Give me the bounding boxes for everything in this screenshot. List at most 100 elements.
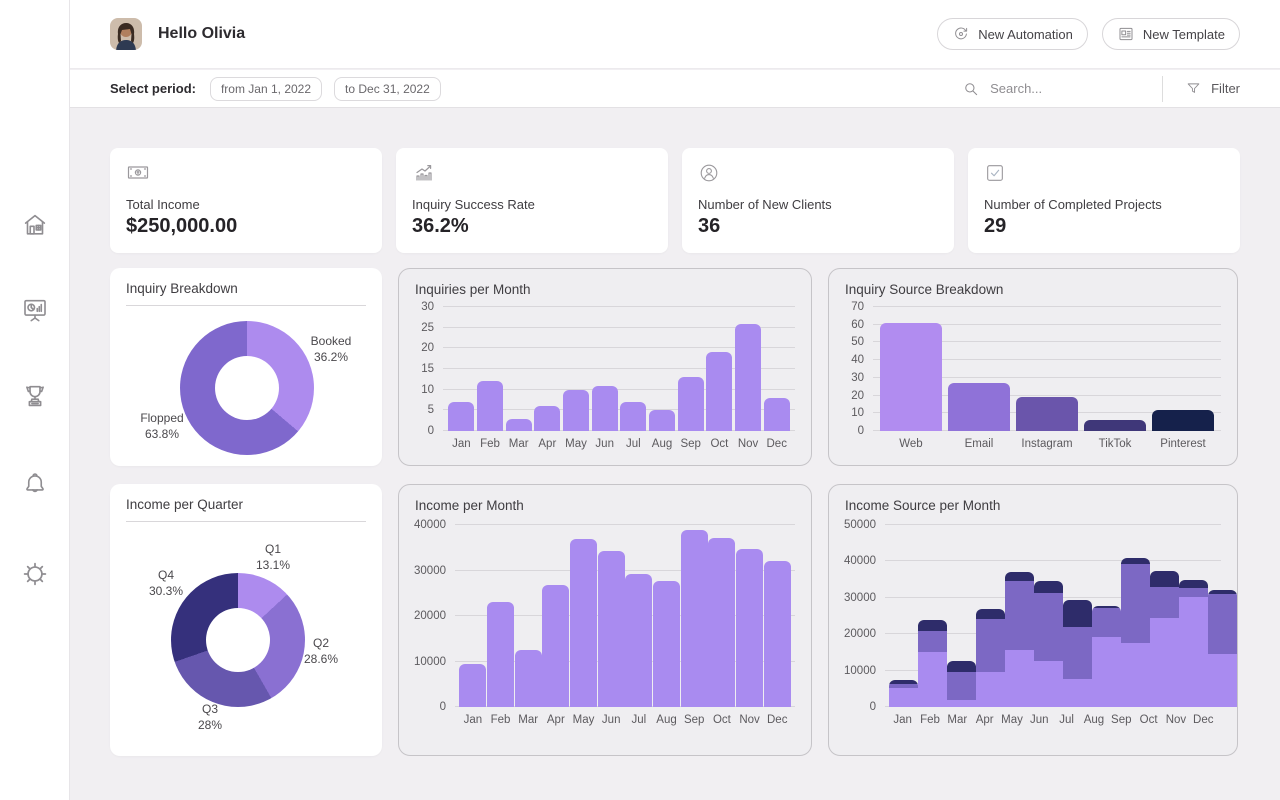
x-label-aug: Aug bbox=[653, 707, 681, 731]
sidebar-item-analytics[interactable] bbox=[15, 290, 55, 330]
bar-column bbox=[1063, 525, 1092, 707]
stat-value: 29 bbox=[984, 215, 1224, 238]
bar-jan bbox=[448, 402, 474, 431]
new-template-button[interactable]: New Template bbox=[1102, 18, 1240, 50]
chart-title: Income per Month bbox=[399, 485, 811, 513]
bar-column bbox=[619, 307, 648, 431]
bar-may bbox=[1005, 572, 1034, 707]
bar-mar bbox=[515, 650, 542, 707]
x-axis-labels: JanFebMarAprMayJunJulAugSepOctNovDec bbox=[455, 707, 795, 731]
bar-column bbox=[762, 307, 791, 431]
x-label-mar: Mar bbox=[504, 431, 533, 455]
y-tick-label: 30000 bbox=[414, 565, 446, 577]
stat-value: $250,000.00 bbox=[126, 215, 366, 238]
bar-column bbox=[590, 307, 619, 431]
x-label-aug: Aug bbox=[1080, 707, 1107, 731]
bar-column bbox=[1081, 307, 1149, 431]
bar-column bbox=[945, 307, 1013, 431]
bell-icon bbox=[20, 469, 50, 499]
bars bbox=[885, 525, 1221, 707]
bar-instagram bbox=[1016, 397, 1078, 431]
bottom-segment bbox=[1208, 654, 1237, 708]
bar-column bbox=[680, 525, 708, 707]
bottom-segment bbox=[976, 672, 1005, 707]
x-label-may: May bbox=[562, 431, 591, 455]
x-label-email: Email bbox=[945, 431, 1013, 455]
bar-apr bbox=[542, 585, 569, 707]
date-to-chip[interactable]: to Dec 31, 2022 bbox=[334, 77, 441, 101]
plot-area: 01000020000300004000050000 bbox=[839, 525, 1221, 707]
bottom-segment bbox=[1063, 679, 1092, 707]
settings-icon bbox=[19, 558, 51, 590]
x-label-feb: Feb bbox=[487, 707, 515, 731]
income-source-per-month-chart: 01000020000300004000050000JanFebMarAprMa… bbox=[839, 525, 1221, 731]
bar-may bbox=[563, 390, 589, 431]
bar-column bbox=[708, 525, 736, 707]
x-label-instagram: Instagram bbox=[1013, 431, 1081, 455]
bottom-segment bbox=[1005, 650, 1034, 708]
y-tick-label: 0 bbox=[440, 701, 446, 713]
stat-value: 36 bbox=[698, 215, 938, 238]
x-label-jul: Jul bbox=[1053, 707, 1080, 731]
middle-segment bbox=[976, 619, 1005, 672]
bar-dec bbox=[1208, 590, 1237, 707]
middle-segment bbox=[1121, 564, 1150, 643]
middle-segment bbox=[1092, 608, 1121, 637]
x-axis-labels: JanFebMarAprMayJunJulAugSepOctNovDec bbox=[885, 707, 1221, 731]
bar-feb bbox=[477, 381, 503, 431]
bar-dec bbox=[764, 398, 790, 431]
bar-column bbox=[1150, 525, 1179, 707]
x-label-apr: Apr bbox=[542, 707, 570, 731]
sidebar-item-notifications[interactable] bbox=[15, 464, 55, 504]
search-icon bbox=[962, 80, 980, 98]
x-axis-labels: WebEmailInstagramTikTokPinterest bbox=[873, 431, 1221, 455]
y-tick-label: 70 bbox=[851, 301, 864, 313]
chart-title: Inquiry Source Breakdown bbox=[829, 269, 1237, 297]
sidebar-item-achievements[interactable] bbox=[15, 376, 55, 416]
new-automation-button[interactable]: New Automation bbox=[937, 18, 1088, 50]
x-label-nov: Nov bbox=[734, 431, 763, 455]
header-actions: New Automation New Template bbox=[937, 18, 1240, 50]
page-title: Hello Olivia bbox=[158, 25, 245, 43]
x-label-jun: Jun bbox=[597, 707, 625, 731]
bar-column bbox=[625, 525, 653, 707]
bar-column bbox=[1013, 307, 1081, 431]
y-tick-label: 10000 bbox=[844, 665, 876, 677]
x-label-sep: Sep bbox=[1108, 707, 1135, 731]
bar-column bbox=[705, 307, 734, 431]
filter-bar: Select period: from Jan 1, 2022 to Dec 3… bbox=[70, 70, 1280, 108]
stat-label: Total Income bbox=[126, 197, 366, 212]
sidebar-item-home[interactable] bbox=[15, 205, 55, 245]
middle-segment bbox=[918, 631, 947, 652]
avatar[interactable] bbox=[110, 18, 142, 50]
bar-column bbox=[476, 307, 505, 431]
bottom-segment bbox=[889, 688, 918, 707]
bar-column bbox=[597, 525, 625, 707]
plot bbox=[885, 525, 1221, 707]
bar-column bbox=[653, 525, 681, 707]
y-axis: 01000020000300004000050000 bbox=[839, 525, 885, 707]
bars bbox=[443, 307, 795, 431]
sidebar-item-settings[interactable] bbox=[15, 554, 55, 594]
pie-label-q3: Q328% bbox=[180, 702, 240, 733]
bar-jul bbox=[1063, 600, 1092, 707]
income-per-quarter-card: Income per Quarter Q113.1% Q228.6% Q328%… bbox=[110, 484, 382, 756]
bottom-segment bbox=[918, 652, 947, 707]
bar-jun bbox=[598, 551, 625, 707]
income-per-month-card: Income per Month 010000200003000040000Ja… bbox=[398, 484, 812, 756]
y-axis: 010000200003000040000 bbox=[409, 525, 455, 707]
y-tick-label: 0 bbox=[870, 701, 876, 713]
charts-row-1: Inquiry Breakdown Booked36.2% Flopped63.… bbox=[110, 268, 1240, 466]
bar-column bbox=[570, 525, 598, 707]
bottom-segment bbox=[1150, 618, 1179, 707]
date-from-chip[interactable]: from Jan 1, 2022 bbox=[210, 77, 322, 101]
filter-button[interactable]: Filter bbox=[1185, 80, 1240, 97]
y-axis: 051015202530 bbox=[409, 307, 443, 431]
bar-column bbox=[504, 307, 533, 431]
bar-column bbox=[1092, 525, 1121, 707]
bar-nov bbox=[1179, 580, 1208, 707]
x-label-jan: Jan bbox=[447, 431, 476, 455]
divider bbox=[1162, 76, 1163, 102]
search-input[interactable] bbox=[990, 81, 1130, 96]
y-tick-label: 30 bbox=[851, 372, 864, 384]
